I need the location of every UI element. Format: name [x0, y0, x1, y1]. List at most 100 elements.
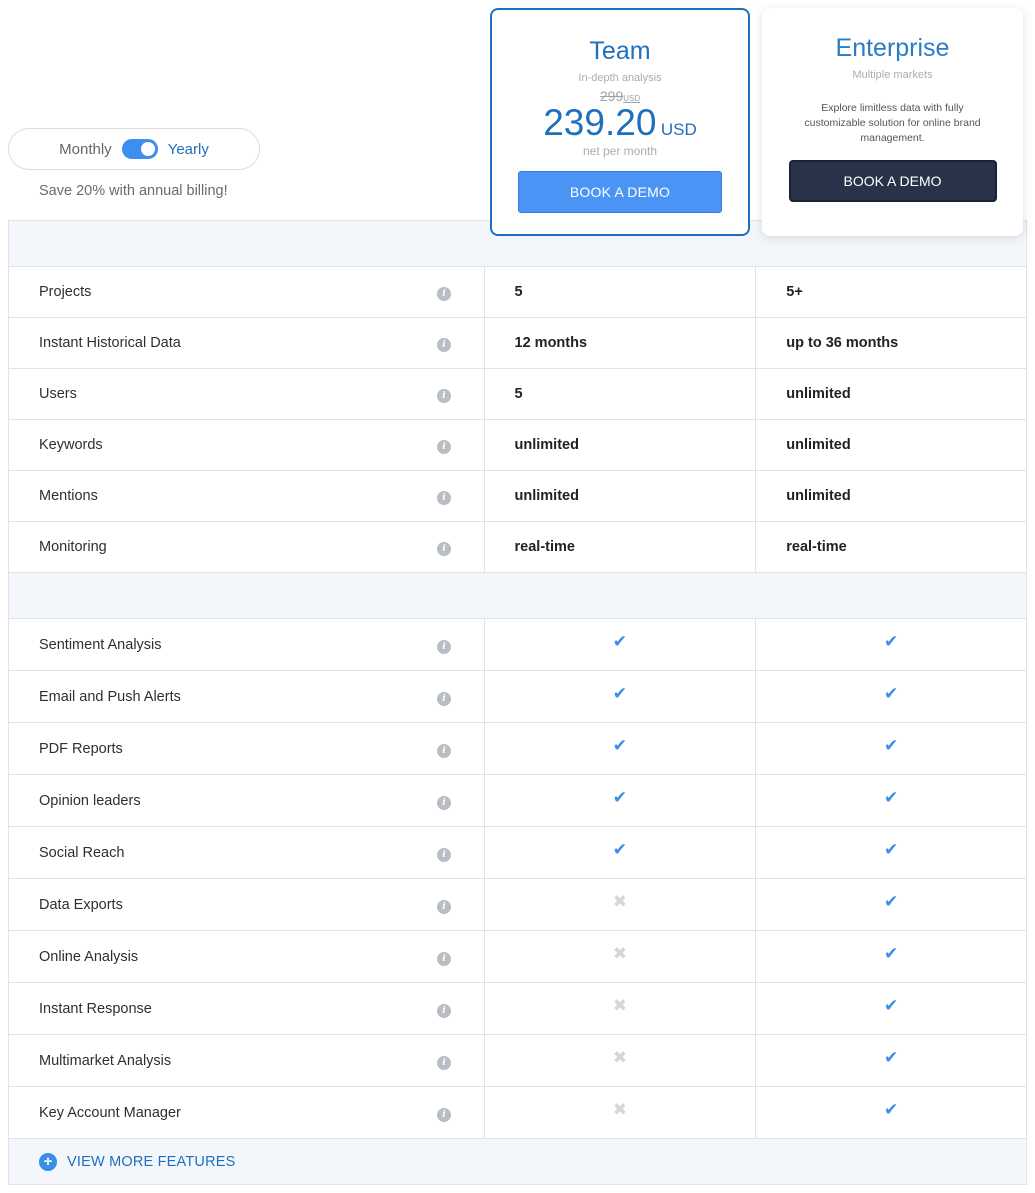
table-row: Users i 5 unlimited: [9, 369, 1026, 420]
feature-label: Multimarket Analysis: [39, 1052, 172, 1069]
feature-label: Instant Response: [39, 1000, 152, 1017]
view-more-features-link[interactable]: + VIEW MORE FEATURES: [9, 1139, 1026, 1185]
team-availability: ✖: [483, 983, 756, 1034]
info-icon[interactable]: i: [437, 1107, 451, 1122]
enterprise-availability: ✔: [755, 1087, 1026, 1138]
enterprise-value: real-time: [755, 522, 1026, 572]
table-row: Data Exports i ✖ ✔: [9, 879, 1026, 931]
info-icon[interactable]: i: [437, 491, 451, 505]
enterprise-value: unlimited: [755, 471, 1026, 521]
table-row: Instant Historical Data i 12 months up to 3…: [9, 318, 1026, 369]
enterprise-value: 5+: [755, 267, 1026, 317]
check-icon: ✔: [884, 788, 899, 807]
info-icon[interactable]: i: [437, 542, 451, 556]
check-icon: ✔: [884, 996, 899, 1015]
table-row: Key Account Manager i ✖ ✔: [9, 1087, 1026, 1139]
info-icon[interactable]: i: [437, 440, 451, 454]
feature-name: Opinion leaders i: [9, 775, 484, 826]
section-header-features: [9, 573, 1026, 619]
feature-name: Keywords i: [9, 420, 484, 470]
view-more-label: VIEW MORE FEATURES: [67, 1153, 236, 1170]
book-demo-team-button[interactable]: BOOK A DEMO: [518, 171, 722, 213]
check-icon: ✔: [884, 892, 899, 911]
cross-icon: ✖: [612, 1100, 628, 1119]
check-icon: ✔: [884, 632, 899, 651]
feature-label: Monitoring: [39, 539, 107, 555]
info-icon[interactable]: i: [437, 743, 451, 758]
info-icon[interactable]: i: [437, 389, 451, 403]
team-value: unlimited: [483, 420, 756, 470]
enterprise-availability: ✔: [755, 827, 1026, 878]
info-icon[interactable]: i: [437, 1055, 451, 1070]
feature-label: PDF Reports: [39, 740, 123, 757]
info-icon[interactable]: i: [437, 899, 451, 914]
billing-yearly-label[interactable]: Yearly: [168, 141, 209, 158]
price-period: net per month: [582, 144, 658, 158]
team-availability: ✔: [483, 723, 756, 774]
enterprise-availability: ✔: [755, 775, 1026, 826]
check-icon: ✔: [884, 1048, 899, 1067]
info-icon[interactable]: i: [437, 287, 451, 301]
team-availability: ✖: [483, 879, 756, 930]
feature-name: Monitoring i: [9, 522, 484, 572]
billing-monthly-label[interactable]: Monthly: [59, 141, 112, 158]
billing-toggle: Monthly Yearly: [8, 128, 260, 170]
feature-name: Users i: [9, 369, 484, 419]
feature-name: Key Account Manager i: [9, 1087, 484, 1138]
info-icon[interactable]: i: [437, 951, 451, 966]
info-icon[interactable]: i: [437, 338, 451, 352]
team-availability: ✔: [483, 775, 756, 826]
check-icon: ✔: [612, 840, 628, 859]
team-availability: ✖: [483, 931, 756, 982]
table-row: Sentiment Analysis i ✔ ✔: [9, 619, 1026, 671]
table-row: Social Reach i ✔ ✔: [9, 827, 1026, 879]
team-availability: ✔: [483, 619, 756, 670]
enterprise-value: up to 36 months: [755, 318, 1026, 368]
feature-label: Email and Push Alerts: [39, 688, 181, 705]
check-icon: ✔: [612, 684, 628, 703]
table-row: Mentions i unlimited unlimited: [9, 471, 1026, 522]
team-availability: ✖: [483, 1087, 756, 1138]
feature-name: Instant Response i: [9, 983, 484, 1034]
feature-label: Opinion leaders: [39, 792, 141, 809]
feature-label: Social Reach: [39, 844, 125, 861]
info-icon[interactable]: i: [437, 639, 451, 654]
billing-switch[interactable]: [121, 139, 158, 159]
price-amount: 239.20: [543, 102, 657, 143]
team-value: 12 months: [483, 318, 756, 368]
table-row: Multimarket Analysis i ✖ ✔: [9, 1035, 1026, 1087]
check-icon: ✔: [884, 736, 899, 755]
info-icon[interactable]: i: [437, 847, 451, 862]
enterprise-availability: ✔: [755, 1035, 1026, 1086]
check-icon: ✔: [884, 944, 899, 963]
feature-label: Online Analysis: [39, 948, 139, 965]
cross-icon: ✖: [612, 944, 628, 963]
plan-description-enterprise: Explore limitless data with fully custom…: [804, 102, 981, 144]
feature-name: PDF Reports i: [9, 723, 484, 774]
enterprise-value: unlimited: [755, 369, 1026, 419]
cross-icon: ✖: [612, 996, 628, 1015]
table-row: Monitoring i real-time real-time: [9, 522, 1026, 573]
cross-icon: ✖: [612, 892, 628, 911]
check-icon: ✔: [884, 684, 899, 703]
feature-name: Online Analysis i: [9, 931, 484, 982]
feature-label: Data Exports: [39, 896, 123, 913]
feature-name: Social Reach i: [9, 827, 484, 878]
billing-switch-knob: [140, 142, 155, 156]
enterprise-availability: ✔: [755, 619, 1026, 670]
feature-name: Sentiment Analysis i: [9, 619, 484, 670]
plan-subtitle-team: In-depth analysis: [578, 72, 662, 84]
feature-label: Instant Historical Data: [39, 335, 181, 351]
plan-card-enterprise: Enterprise Multiple markets Explore limi…: [762, 8, 1023, 236]
check-icon: ✔: [612, 788, 628, 807]
feature-label: Mentions: [39, 488, 98, 504]
team-value: unlimited: [483, 471, 756, 521]
table-row: Instant Response i ✖ ✔: [9, 983, 1026, 1035]
info-icon[interactable]: i: [437, 691, 451, 706]
info-icon[interactable]: i: [437, 795, 451, 810]
enterprise-availability: ✔: [755, 879, 1026, 930]
info-icon[interactable]: i: [437, 1003, 451, 1018]
plan-subtitle-enterprise: Multiple markets: [852, 69, 933, 81]
book-demo-enterprise-button[interactable]: BOOK A DEMO: [788, 160, 997, 202]
enterprise-availability: ✔: [755, 983, 1026, 1034]
